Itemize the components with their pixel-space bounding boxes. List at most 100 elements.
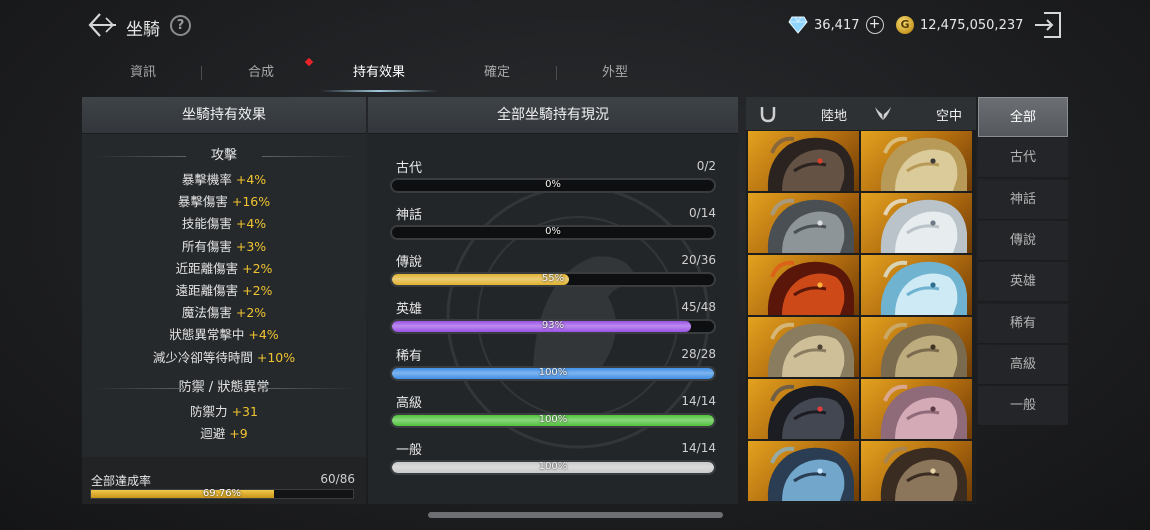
category-7[interactable]: 一般 <box>978 386 1068 427</box>
section-title: 防禦 / 狀態異常 <box>82 375 366 401</box>
grade-progress-bar: 55% <box>390 272 716 287</box>
stat-value: +31 <box>231 403 258 419</box>
overall-completion: 全部達成率 60/86 69.76% <box>82 457 366 504</box>
stat-value: +2% <box>235 305 267 321</box>
air-label: 空中 <box>935 109 962 124</box>
stat-value: +3% <box>235 238 267 254</box>
stat-value: +2% <box>242 282 273 298</box>
overall-label: 全部達成率 <box>91 474 152 488</box>
pink-dragon-portrait[interactable] <box>861 379 972 439</box>
blue-horse-portrait[interactable] <box>748 441 859 501</box>
grade-row: 古代 0/2 0% <box>390 157 716 204</box>
grade-count: 0/2 <box>696 159 716 173</box>
stat-name: 近距離傷害 <box>175 260 239 276</box>
stat-name: 迴避 <box>200 425 226 441</box>
category-4[interactable]: 英雄 <box>978 262 1068 303</box>
tab-synthesis[interactable]: 合成 <box>202 58 320 94</box>
grade-count: 0/14 <box>689 206 716 220</box>
airship-portrait[interactable] <box>861 441 972 501</box>
horseshoe-icon <box>760 107 776 123</box>
stat-name: 魔法傷害 <box>181 305 232 321</box>
panel-title: 坐騎持有效果 <box>82 97 366 134</box>
category-0[interactable]: 全部 <box>978 97 1068 137</box>
overall-count: 60/86 <box>320 472 355 486</box>
grade-percent: 93% <box>541 320 565 331</box>
ram-mount-portrait[interactable] <box>748 131 859 191</box>
category-3[interactable]: 傳說 <box>978 220 1068 261</box>
grade-name: 英雄 <box>396 302 423 317</box>
holding-effects-panel: 坐騎持有效果 攻擊 暴擊機率 +4% 暴擊傷害 +16% 技能傷害 +4% 所有傷害 +3% 近距… <box>82 97 366 504</box>
section-title: 攻擊 <box>82 143 366 169</box>
mount-silhouette-icon <box>880 322 967 377</box>
mount-silhouette-icon <box>880 384 967 439</box>
grade-percent: 55% <box>541 273 565 284</box>
grade-row: 英雄 45/48 93% <box>390 298 716 345</box>
exit-button[interactable] <box>1032 10 1064 40</box>
page-title: 坐騎 <box>126 20 160 40</box>
stat-value: +9 <box>229 425 248 441</box>
effects-list[interactable]: 攻擊 暴擊機率 +4% 暴擊傷害 +16% 技能傷害 +4% 所有傷害 +3% 近距離傷害 +2% 遠… <box>82 143 366 445</box>
grade-row: 神話 0/14 0% <box>390 204 716 251</box>
grade-row: 稀有 28/28 100% <box>390 345 716 392</box>
diamond-amount: 36,417 <box>814 17 860 33</box>
grade-name: 古代 <box>396 161 423 176</box>
overall-progress-bar: 69.76% <box>90 488 354 499</box>
category-2[interactable]: 神話 <box>978 179 1068 220</box>
air-mounts-tab[interactable]: 空中 <box>861 97 976 130</box>
mount-silhouette-icon <box>880 260 967 315</box>
category-6[interactable]: 高級 <box>978 344 1068 385</box>
ice-lion-portrait[interactable] <box>861 255 972 315</box>
stat-value: +10% <box>256 349 296 365</box>
tab-confirm[interactable]: 確定 <box>438 58 556 94</box>
dark-horse-portrait[interactable] <box>748 379 859 439</box>
grade-progress-bar: 0% <box>390 178 716 193</box>
mount-portrait-grid <box>748 131 974 504</box>
stat-name: 狀態異常擊中 <box>169 327 245 343</box>
grade-row: 高級 14/14 100% <box>390 392 716 439</box>
shark-mount-portrait[interactable] <box>861 131 972 191</box>
grade-progress-bar: 100% <box>390 460 716 475</box>
stat-name: 技能傷害 <box>181 216 232 232</box>
tab-appearance[interactable]: 外型 <box>556 58 674 94</box>
grade-row: 一般 14/14 100% <box>390 439 716 486</box>
overall-percent: 69.76% <box>202 488 242 499</box>
add-diamond-button[interactable]: + <box>865 16 884 34</box>
back-button[interactable] <box>86 10 120 40</box>
bone-beast-portrait[interactable] <box>748 317 859 377</box>
stat-value: +4% <box>235 216 267 232</box>
grade-name: 一般 <box>396 443 423 458</box>
stat-name: 遠距離傷害 <box>175 282 239 298</box>
help-button[interactable]: ? <box>170 15 191 36</box>
mount-silhouette-icon <box>767 446 854 501</box>
grade-count: 14/14 <box>681 441 716 455</box>
stat-row: 狀態異常擊中 +4% <box>82 324 366 346</box>
fire-dragon-portrait[interactable] <box>748 255 859 315</box>
diamond-currency: 36,417 + <box>788 14 884 36</box>
gold-coin-icon: G <box>896 16 914 34</box>
home-indicator[interactable] <box>428 512 723 518</box>
category-5[interactable]: 稀有 <box>978 303 1068 344</box>
stat-row: 迴避 +9 <box>82 423 366 445</box>
stat-row: 暴擊傷害 +16% <box>82 191 366 213</box>
stat-row: 技能傷害 +4% <box>82 213 366 235</box>
tab-info[interactable]: 資訊 <box>84 58 202 94</box>
category-1[interactable]: 古代 <box>978 138 1068 179</box>
white-dragon-portrait[interactable] <box>861 193 972 253</box>
land-mounts-tab[interactable]: 陸地 <box>746 97 861 130</box>
mount-silhouette-icon <box>767 384 854 439</box>
back-arrow-icon <box>88 13 116 37</box>
grade-filter-list: 全部 古代 神話 傳說 英雄 稀有 高級 一般 <box>978 97 1068 427</box>
grade-name: 高級 <box>396 396 423 411</box>
grade-percent: 0% <box>545 179 561 190</box>
grade-name: 稀有 <box>396 349 423 364</box>
armored-beast-portrait[interactable] <box>748 193 859 253</box>
grade-progress-bar: 0% <box>390 225 716 240</box>
panel-title: 全部坐騎持有現況 <box>368 97 738 134</box>
grade-progress-bar: 93% <box>390 319 716 334</box>
crowned-beast-portrait[interactable] <box>861 317 972 377</box>
mount-gallery: 陸地 空中 <box>746 97 976 504</box>
tab-holding-effects[interactable]: 持有效果 <box>320 58 438 94</box>
grade-count: 20/36 <box>681 253 716 267</box>
grade-count: 45/48 <box>681 300 716 314</box>
gold-currency: G 12,475,050,237 <box>896 14 1023 36</box>
